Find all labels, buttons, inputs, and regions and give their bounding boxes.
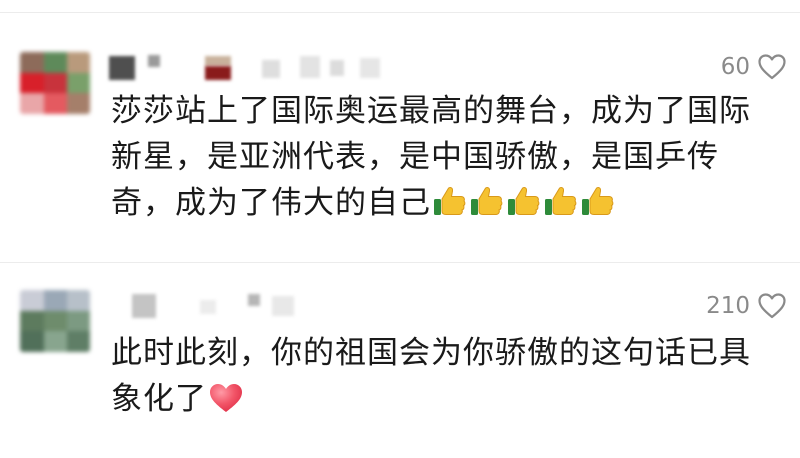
thumbs-up-icon xyxy=(545,186,577,215)
thumbs-up-emoji-row xyxy=(431,185,616,221)
divider-top xyxy=(0,12,800,13)
thumbs-up-icon xyxy=(582,186,614,215)
like-control[interactable]: 210 xyxy=(706,289,786,323)
thumbs-up-icon xyxy=(434,186,466,215)
avatar[interactable] xyxy=(20,290,90,352)
red-heart-icon xyxy=(210,384,242,412)
heart-outline-icon[interactable] xyxy=(758,293,786,319)
comment-text: 此时此刻，你的祖国会为你骄傲的这句话已具象化了 xyxy=(111,330,771,422)
comment-divider xyxy=(0,262,800,263)
heart-outline-icon[interactable] xyxy=(758,54,786,80)
thumbs-up-icon xyxy=(471,186,503,215)
avatar[interactable] xyxy=(20,52,90,114)
thumbs-up-icon xyxy=(508,186,540,215)
comment-text: 莎莎站上了国际奥运最高的舞台，成为了国际新星，是亚洲代表，是中国骄傲，是国乒传奇… xyxy=(111,88,781,226)
like-count: 60 xyxy=(720,54,750,80)
comment-body: 此时此刻，你的祖国会为你骄傲的这句话已具象化了 xyxy=(111,335,751,417)
like-control[interactable]: 60 xyxy=(721,50,786,84)
like-count: 210 xyxy=(706,293,750,319)
